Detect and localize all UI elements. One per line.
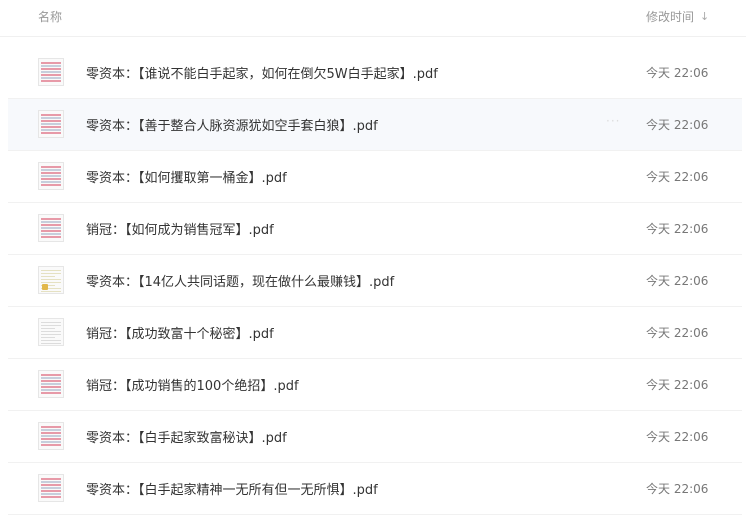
file-modified-time: 今天 22:06 [646,326,709,340]
file-modified-time: 今天 22:06 [646,274,709,288]
file-modified-time: 今天 22:06 [646,482,709,496]
file-modified-time: 今天 22:06 [646,378,709,392]
column-modified-time-header[interactable]: 修改时间 ↓ [646,8,709,25]
file-row[interactable]: 零资本：【白手起家精神一无所有但一无所惧】.pdf 今天 22:06 [8,463,742,515]
file-name-link[interactable]: 零资本：【白手起家精神一无所有但一无所惧】.pdf [86,479,378,498]
file-row[interactable]: 零资本：【白手起家致富秘诀】.pdf 今天 22:06 [8,411,742,463]
pdf-thumbnail-icon[interactable] [38,318,64,346]
file-row[interactable]: 销冠：【成功致富十个秘密】.pdf 今天 22:06 [8,307,742,359]
file-row[interactable]: 零资本：【14亿人共同话题，现在做什么最赚钱】.pdf 今天 22:06 [8,255,742,307]
file-modified-time: 今天 22:06 [646,430,709,444]
file-name-link[interactable]: 销冠：【成功销售的100个绝招】.pdf [86,375,299,394]
column-modified-time-label: 修改时间 [646,10,695,24]
pdf-thumbnail-icon[interactable] [38,214,64,242]
pdf-thumbnail-icon[interactable] [38,110,64,138]
file-list: 零资本：【谁说不能白手起家，如何在倒欠5W白手起家】.pdf 今天 22:06 零资… [0,47,746,515]
file-modified-time: 今天 22:06 [646,222,709,236]
list-header: 名称 修改时间 ↓ [0,0,746,37]
pdf-thumbnail-icon[interactable] [38,266,64,294]
file-row[interactable]: 零资本：【如何攫取第一桶金】.pdf 今天 22:06 [8,151,742,203]
pdf-thumbnail-icon[interactable] [38,422,64,450]
sort-down-icon[interactable]: ↓ [700,11,709,22]
file-name-link[interactable]: 零资本：【善于整合人脉资源犹如空手套白狼】.pdf [86,115,378,134]
pdf-thumbnail-icon[interactable] [38,58,64,86]
file-row[interactable]: 销冠：【如何成为销售冠军】.pdf 今天 22:06 [8,203,742,255]
file-name-link[interactable]: 销冠：【如何成为销售冠军】.pdf [86,219,274,238]
file-name-link[interactable]: 零资本：【白手起家致富秘诀】.pdf [86,427,287,446]
file-name-link[interactable]: 零资本：【14亿人共同话题，现在做什么最赚钱】.pdf [86,271,394,290]
pdf-thumbnail-icon[interactable] [38,370,64,398]
file-row[interactable]: 零资本：【善于整合人脉资源犹如空手套白狼】.pdf ··· 今天 22:06 [8,99,742,151]
file-modified-time: 今天 22:06 [646,170,709,184]
column-name-header[interactable]: 名称 [38,8,62,25]
file-name-link[interactable]: 零资本：【如何攫取第一桶金】.pdf [86,167,287,186]
pdf-thumbnail-icon[interactable] [38,474,64,502]
file-name-link[interactable]: 销冠：【成功致富十个秘密】.pdf [86,323,274,342]
file-name-link[interactable]: 零资本：【谁说不能白手起家，如何在倒欠5W白手起家】.pdf [86,63,438,82]
more-actions-icon[interactable]: ··· [606,114,620,128]
file-row[interactable]: 销冠：【成功销售的100个绝招】.pdf 今天 22:06 [8,359,742,411]
pdf-thumbnail-icon[interactable] [38,162,64,190]
file-modified-time: 今天 22:06 [646,66,709,80]
file-modified-time: 今天 22:06 [646,118,709,132]
file-row[interactable]: 零资本：【谁说不能白手起家，如何在倒欠5W白手起家】.pdf 今天 22:06 [8,47,742,99]
